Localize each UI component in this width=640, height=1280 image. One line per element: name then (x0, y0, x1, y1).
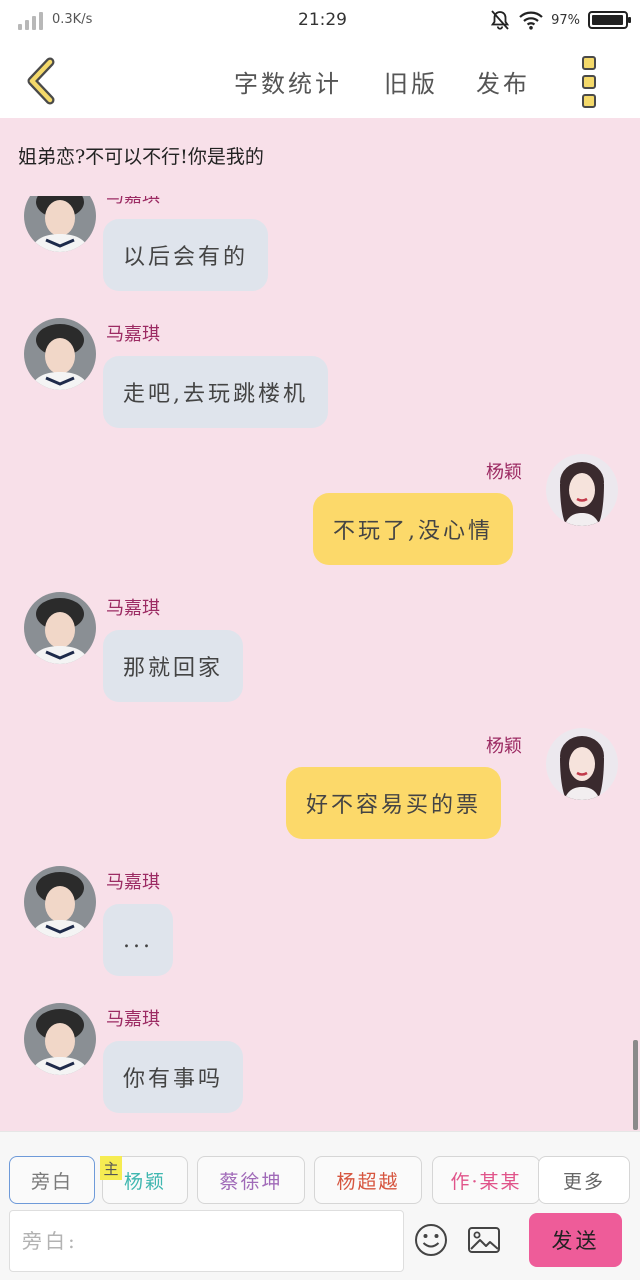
more-menu-button[interactable] (578, 56, 600, 108)
battery-icon (588, 11, 631, 29)
more-roles-button[interactable]: 更多 (538, 1156, 630, 1204)
role-tab-narrator[interactable]: 旁白 (9, 1156, 95, 1204)
clock: 21:29 (298, 10, 347, 30)
wifi-icon (519, 11, 543, 30)
avatar[interactable] (24, 592, 96, 664)
smiley-icon[interactable] (413, 1222, 449, 1258)
sender-name: 马嘉琪 (106, 598, 160, 619)
mute-bell-icon (490, 10, 510, 30)
message-bubble[interactable]: 你有事吗 (103, 1041, 244, 1113)
word-count-button[interactable]: 字数统计 (234, 64, 342, 99)
chevron-left-icon (27, 57, 55, 105)
message-bubble[interactable]: 不玩了,没心情 (313, 493, 513, 565)
signal-icon (18, 12, 44, 30)
publish-button[interactable]: 发布 (476, 64, 530, 99)
chat-list[interactable]: 马嘉琪 以后会有的 马嘉琪 走吧,去玩跳楼机 杨颖 不玩了,没心情 马嘉琪 那就… (0, 196, 640, 1131)
role-tab-yangchaoyue[interactable]: 杨超越 (314, 1156, 422, 1204)
network-speed: 0.3K/s (52, 12, 93, 27)
sender-name: 杨颖 (486, 462, 522, 483)
send-button[interactable]: 发送 (529, 1213, 622, 1267)
old-version-button[interactable]: 旧版 (384, 64, 438, 99)
sender-name: 马嘉琪 (106, 1009, 160, 1030)
sender-name: 马嘉琪 (106, 196, 160, 207)
avatar[interactable] (24, 866, 96, 938)
back-button[interactable] (20, 56, 68, 106)
scrollbar[interactable] (633, 1040, 638, 1130)
battery-percent: 97% (551, 12, 580, 28)
avatar[interactable] (546, 728, 618, 800)
message-bubble[interactable]: 以后会有的 (103, 219, 269, 291)
composer-panel: 旁白 杨颖 主 蔡徐坤 杨超越 作·某某 更多 发送 (0, 1131, 640, 1280)
role-tab-author[interactable]: 作·某某 (432, 1156, 540, 1204)
avatar[interactable] (24, 318, 96, 390)
avatar[interactable] (24, 196, 96, 252)
status-bar: 0.3K/s 21:29 97% (0, 0, 640, 44)
message-bubble[interactable]: ... (103, 904, 173, 976)
story-title: 姐弟恋?不可以不行!你是我的 (18, 146, 264, 168)
avatar[interactable] (24, 1003, 96, 1075)
message-bubble[interactable]: 好不容易买的票 (286, 767, 502, 839)
sender-name: 杨颖 (486, 736, 522, 757)
sender-name: 马嘉琪 (106, 324, 160, 345)
image-icon[interactable] (466, 1222, 502, 1258)
message-input[interactable] (9, 1210, 404, 1272)
role-tab-caixukun[interactable]: 蔡徐坤 (197, 1156, 305, 1204)
host-badge: 主 (100, 1156, 122, 1180)
avatar[interactable] (546, 454, 618, 526)
message-bubble[interactable]: 那就回家 (103, 630, 244, 702)
menu-dot-icon (582, 56, 596, 70)
top-bar: 字数统计 旧版 发布 (0, 44, 640, 118)
menu-dot-icon (582, 94, 596, 108)
message-bubble[interactable]: 走吧,去玩跳楼机 (103, 356, 328, 428)
sender-name: 马嘉琪 (106, 872, 160, 893)
menu-dot-icon (582, 75, 596, 89)
